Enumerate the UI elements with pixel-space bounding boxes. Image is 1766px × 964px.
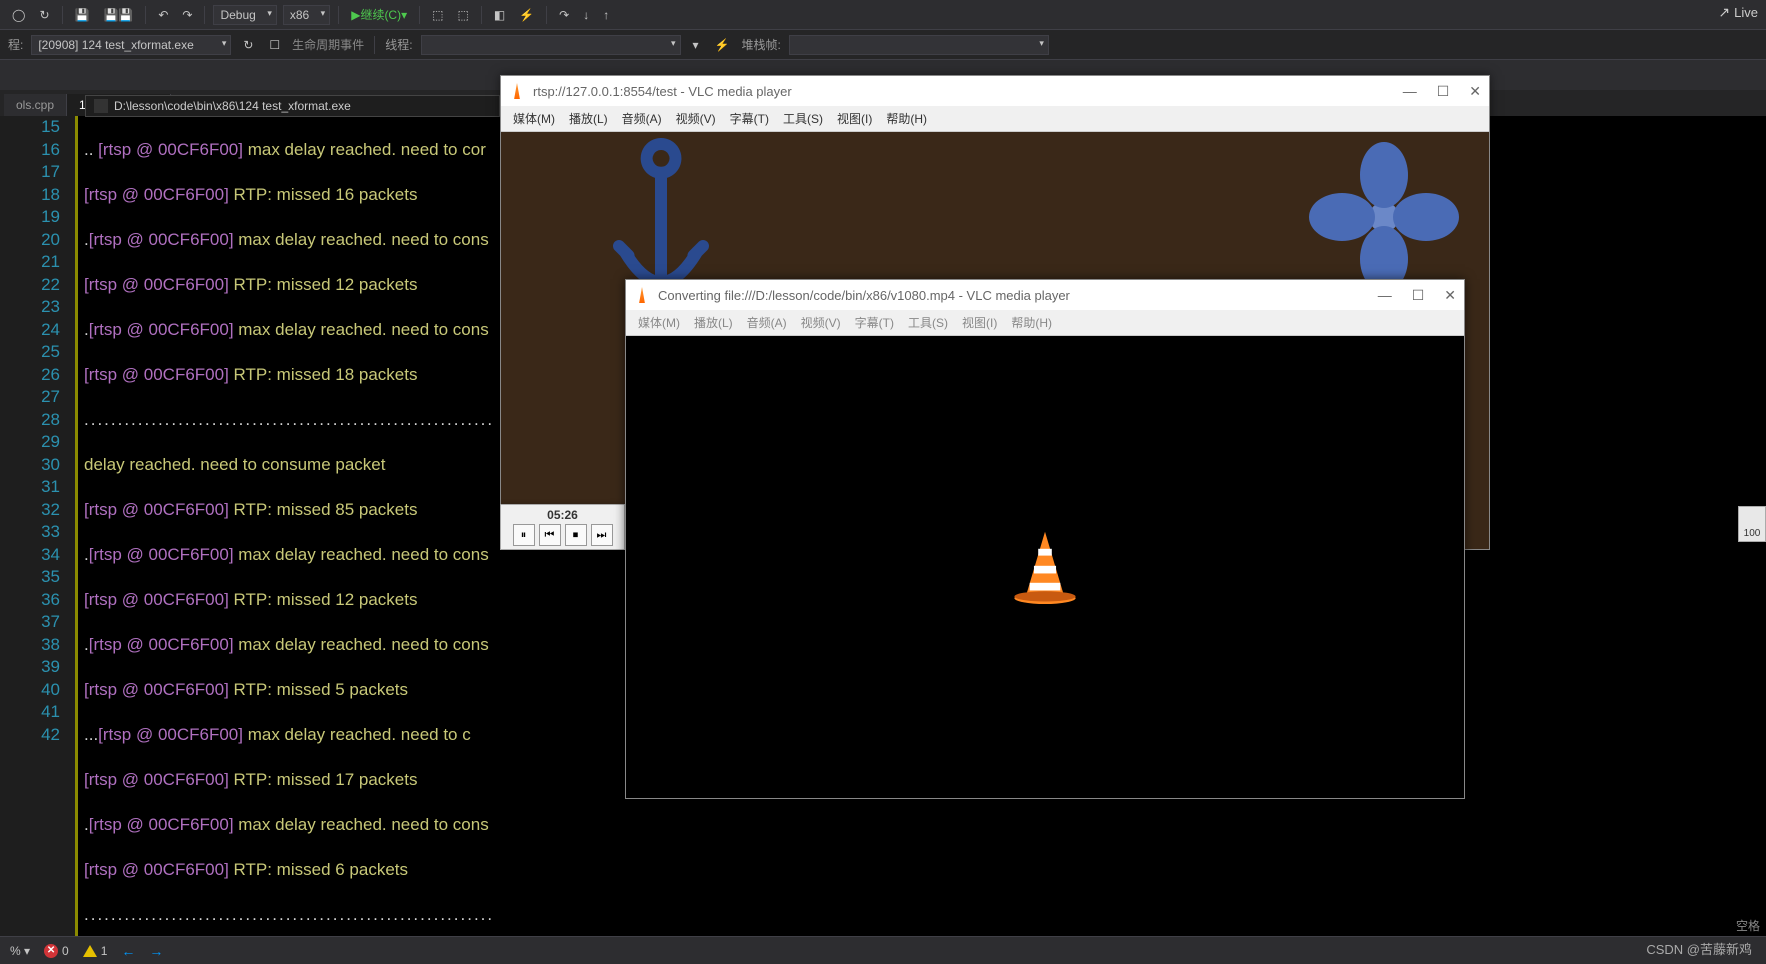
- playback-time: 05:26: [547, 508, 578, 522]
- menu-subtitle[interactable]: 字幕(T): [849, 312, 900, 333]
- vlc1-title-text: rtsp://127.0.0.1:8554/test - VLC media p…: [533, 84, 792, 99]
- close-icon[interactable]: ✕: [1469, 83, 1481, 100]
- step-over-icon[interactable]: ↷: [555, 6, 573, 24]
- volume-indicator[interactable]: 100: [1738, 506, 1766, 542]
- menu-video[interactable]: 视频(V): [670, 108, 722, 129]
- menu-media[interactable]: 媒体(M): [507, 108, 561, 129]
- menu-tools[interactable]: 工具(S): [902, 312, 954, 333]
- console-title-bar[interactable]: D:\lesson\code\bin\x86\124 test_xformat.…: [85, 95, 500, 117]
- menu-playback[interactable]: 播放(L): [688, 312, 739, 333]
- vlc-cone-icon: [634, 287, 650, 303]
- menu-view[interactable]: 视图(I): [956, 312, 1003, 333]
- thread-tool2-icon[interactable]: ⚡: [711, 36, 734, 54]
- stack-dropdown[interactable]: [789, 35, 1049, 55]
- menu-audio[interactable]: 音频(A): [616, 108, 668, 129]
- process-toolbar: 程: [20908] 124 test_xformat.exe ↻ ☐ 生命周期…: [0, 30, 1766, 60]
- menu-view[interactable]: 视图(I): [831, 108, 878, 129]
- step-out-icon[interactable]: ↑: [599, 6, 613, 24]
- vlc2-title-text: Converting file:///D:/lesson/code/bin/x8…: [658, 288, 1070, 303]
- status-bar: % ▾ ✕0 1 ← →: [0, 936, 1766, 964]
- menu-video[interactable]: 视频(V): [795, 312, 847, 333]
- console-icon: [94, 99, 108, 113]
- tab-ols[interactable]: ols.cpp: [4, 94, 67, 116]
- lifecycle-checkbox[interactable]: ☐: [265, 36, 284, 54]
- pause-button[interactable]: ⏸: [513, 524, 535, 546]
- minimize-icon[interactable]: —: [1403, 83, 1417, 100]
- watermark: CSDN @苦藤新鸡: [1646, 939, 1752, 958]
- close-icon[interactable]: ✕: [1444, 287, 1456, 304]
- console-title: D:\lesson\code\bin\x86\124 test_xformat.…: [114, 99, 351, 113]
- zoom-indicator[interactable]: % ▾: [10, 944, 30, 958]
- vlc-large-cone-icon: [995, 525, 1095, 610]
- warning-count[interactable]: 1: [83, 944, 108, 958]
- vlc-window-converting[interactable]: Converting file:///D:/lesson/code/bin/x8…: [625, 279, 1465, 799]
- process-dropdown[interactable]: [20908] 124 test_xformat.exe: [31, 35, 231, 55]
- thread-label: 线程:: [385, 36, 412, 53]
- stack-label: 堆栈帧:: [742, 36, 781, 53]
- nav-back-button[interactable]: ←: [121, 943, 135, 959]
- maximize-icon[interactable]: ☐: [1437, 83, 1450, 100]
- stop-button[interactable]: ⏹: [565, 524, 587, 546]
- vlc2-menubar: 媒体(M) 播放(L) 音频(A) 视频(V) 字幕(T) 工具(S) 视图(I…: [626, 310, 1464, 336]
- redo-icon[interactable]: ↷: [178, 6, 196, 24]
- menu-media[interactable]: 媒体(M): [632, 312, 686, 333]
- nav-fwd-button[interactable]: →: [149, 943, 163, 959]
- whitespace-indicator: 空格: [1736, 917, 1760, 934]
- debug-tool-icon[interactable]: ◧: [490, 6, 509, 24]
- vlc1-menubar: 媒体(M) 播放(L) 音频(A) 视频(V) 字幕(T) 工具(S) 视图(I…: [501, 106, 1489, 132]
- lifecycle-label: 生命周期事件: [292, 36, 364, 53]
- fan-graphic: [1309, 142, 1459, 292]
- error-count[interactable]: ✕0: [44, 944, 69, 958]
- continue-button[interactable]: ▶ 继续(C) ▾: [347, 4, 411, 25]
- step2-icon[interactable]: ⬚: [453, 6, 472, 24]
- save-all-icon[interactable]: 💾💾: [99, 6, 137, 24]
- step-into-icon[interactable]: ↓: [579, 6, 593, 24]
- error-icon: ✕: [44, 944, 58, 958]
- vlc1-titlebar[interactable]: rtsp://127.0.0.1:8554/test - VLC media p…: [501, 76, 1489, 106]
- refresh-icon[interactable]: ↻: [35, 6, 53, 24]
- vs-toolbar-main: ◯ ↻ 💾 💾💾 ↶ ↷ Debug x86 ▶ 继续(C) ▾ ⬚ ⬚ ◧ ⚡…: [0, 0, 1766, 30]
- nav-back-icon[interactable]: ◯: [8, 6, 29, 24]
- vlc2-titlebar[interactable]: Converting file:///D:/lesson/code/bin/x8…: [626, 280, 1464, 310]
- menu-help[interactable]: 帮助(H): [1005, 312, 1058, 333]
- save-icon[interactable]: 💾: [71, 6, 94, 24]
- menu-help[interactable]: 帮助(H): [880, 108, 933, 129]
- menu-subtitle[interactable]: 字幕(T): [724, 108, 775, 129]
- vlc2-video-area[interactable]: [626, 336, 1464, 798]
- platform-dropdown[interactable]: x86: [283, 5, 330, 25]
- menu-tools[interactable]: 工具(S): [777, 108, 829, 129]
- vlc-floating-controls[interactable]: 05:26 ⏸ ⏮ ⏹ ⏭: [500, 504, 625, 550]
- undo-icon[interactable]: ↶: [154, 6, 172, 24]
- maximize-icon[interactable]: ☐: [1412, 287, 1425, 304]
- line-gutter: 1516171819202122232425262728293031323334…: [0, 116, 70, 746]
- menu-audio[interactable]: 音频(A): [741, 312, 793, 333]
- log-line: [rtsp @ 00CF6F00]: [84, 185, 229, 204]
- debug-tool2-icon[interactable]: ⚡: [515, 6, 538, 24]
- next-button[interactable]: ⏭: [591, 524, 613, 546]
- vlc-cone-icon: [509, 83, 525, 99]
- menu-playback[interactable]: 播放(L): [563, 108, 614, 129]
- config-dropdown[interactable]: Debug: [213, 5, 276, 25]
- refresh-proc-icon[interactable]: ↻: [239, 36, 257, 54]
- minimize-icon[interactable]: —: [1378, 287, 1392, 304]
- step-icon[interactable]: ⬚: [428, 6, 447, 24]
- thread-tool-icon[interactable]: ▾: [689, 36, 703, 54]
- live-share-button[interactable]: Live: [1718, 4, 1758, 21]
- thread-dropdown[interactable]: [421, 35, 681, 55]
- warning-icon: [83, 945, 97, 957]
- process-label: 程:: [8, 36, 23, 53]
- prev-button[interactable]: ⏮: [539, 524, 561, 546]
